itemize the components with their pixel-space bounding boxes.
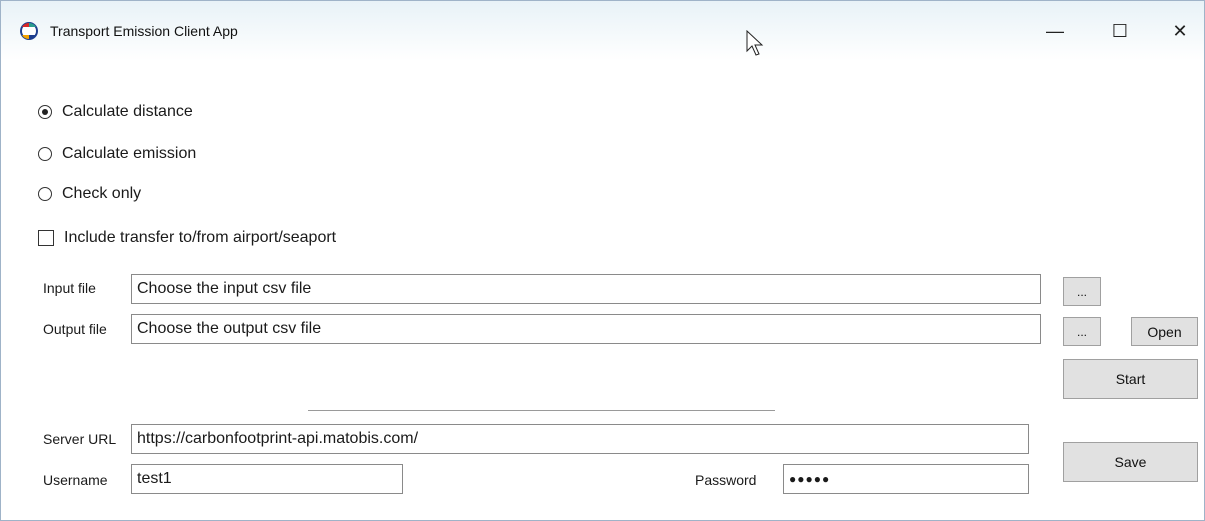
server-url-field[interactable]: https://carbonfootprint-api.matobis.com/ <box>131 424 1029 454</box>
radio-check-only[interactable]: Check only <box>38 182 141 206</box>
window-title: Transport Emission Client App <box>50 23 238 39</box>
title-bar[interactable]: Transport Emission Client App — ☐ ✕ <box>1 1 1204 61</box>
radio-button[interactable] <box>38 187 52 201</box>
input-file-field[interactable]: Choose the input csv file <box>131 274 1041 304</box>
open-button[interactable]: Open <box>1131 317 1198 346</box>
output-file-field[interactable]: Choose the output csv file <box>131 314 1041 344</box>
password-label: Password <box>695 472 757 488</box>
radio-label: Check only <box>62 185 142 202</box>
input-file-label: Input file <box>43 280 96 296</box>
save-button[interactable]: Save <box>1063 442 1198 482</box>
close-button[interactable]: ✕ <box>1157 11 1203 51</box>
password-field[interactable]: ●●●●● <box>783 464 1029 494</box>
username-label: Username <box>43 472 108 488</box>
minimize-button[interactable]: — <box>1032 11 1078 51</box>
app-logo-icon <box>20 22 38 40</box>
app-window: Transport Emission Client App — ☐ ✕ Calc… <box>0 0 1205 521</box>
username-field[interactable]: test1 <box>131 464 403 494</box>
radio-label: Calculate emission <box>62 145 197 162</box>
radio-button-selected[interactable] <box>38 105 52 119</box>
include-transfer-checkbox[interactable] <box>38 230 54 246</box>
output-file-label: Output file <box>43 321 107 337</box>
close-icon: ✕ <box>1172 20 1188 41</box>
minimize-icon: — <box>1046 20 1064 41</box>
browse-output-button[interactable]: ... <box>1063 317 1101 346</box>
maximize-icon: ☐ <box>1111 20 1129 41</box>
include-transfer-checkbox-row[interactable]: Include transfer to/from airport/seaport <box>38 226 336 250</box>
mouse-cursor-icon <box>746 30 764 56</box>
radio-calculate-emission[interactable]: Calculate emission <box>38 142 196 166</box>
section-divider <box>308 410 775 411</box>
maximize-button[interactable]: ☐ <box>1097 11 1143 51</box>
browse-input-button[interactable]: ... <box>1063 277 1101 306</box>
radio-calculate-distance[interactable]: Calculate distance <box>38 100 193 124</box>
radio-button[interactable] <box>38 147 52 161</box>
start-button[interactable]: Start <box>1063 359 1198 399</box>
radio-label: Calculate distance <box>62 103 193 120</box>
server-url-label: Server URL <box>43 431 117 447</box>
include-transfer-label: Include transfer to/from airport/seaport <box>64 229 337 246</box>
